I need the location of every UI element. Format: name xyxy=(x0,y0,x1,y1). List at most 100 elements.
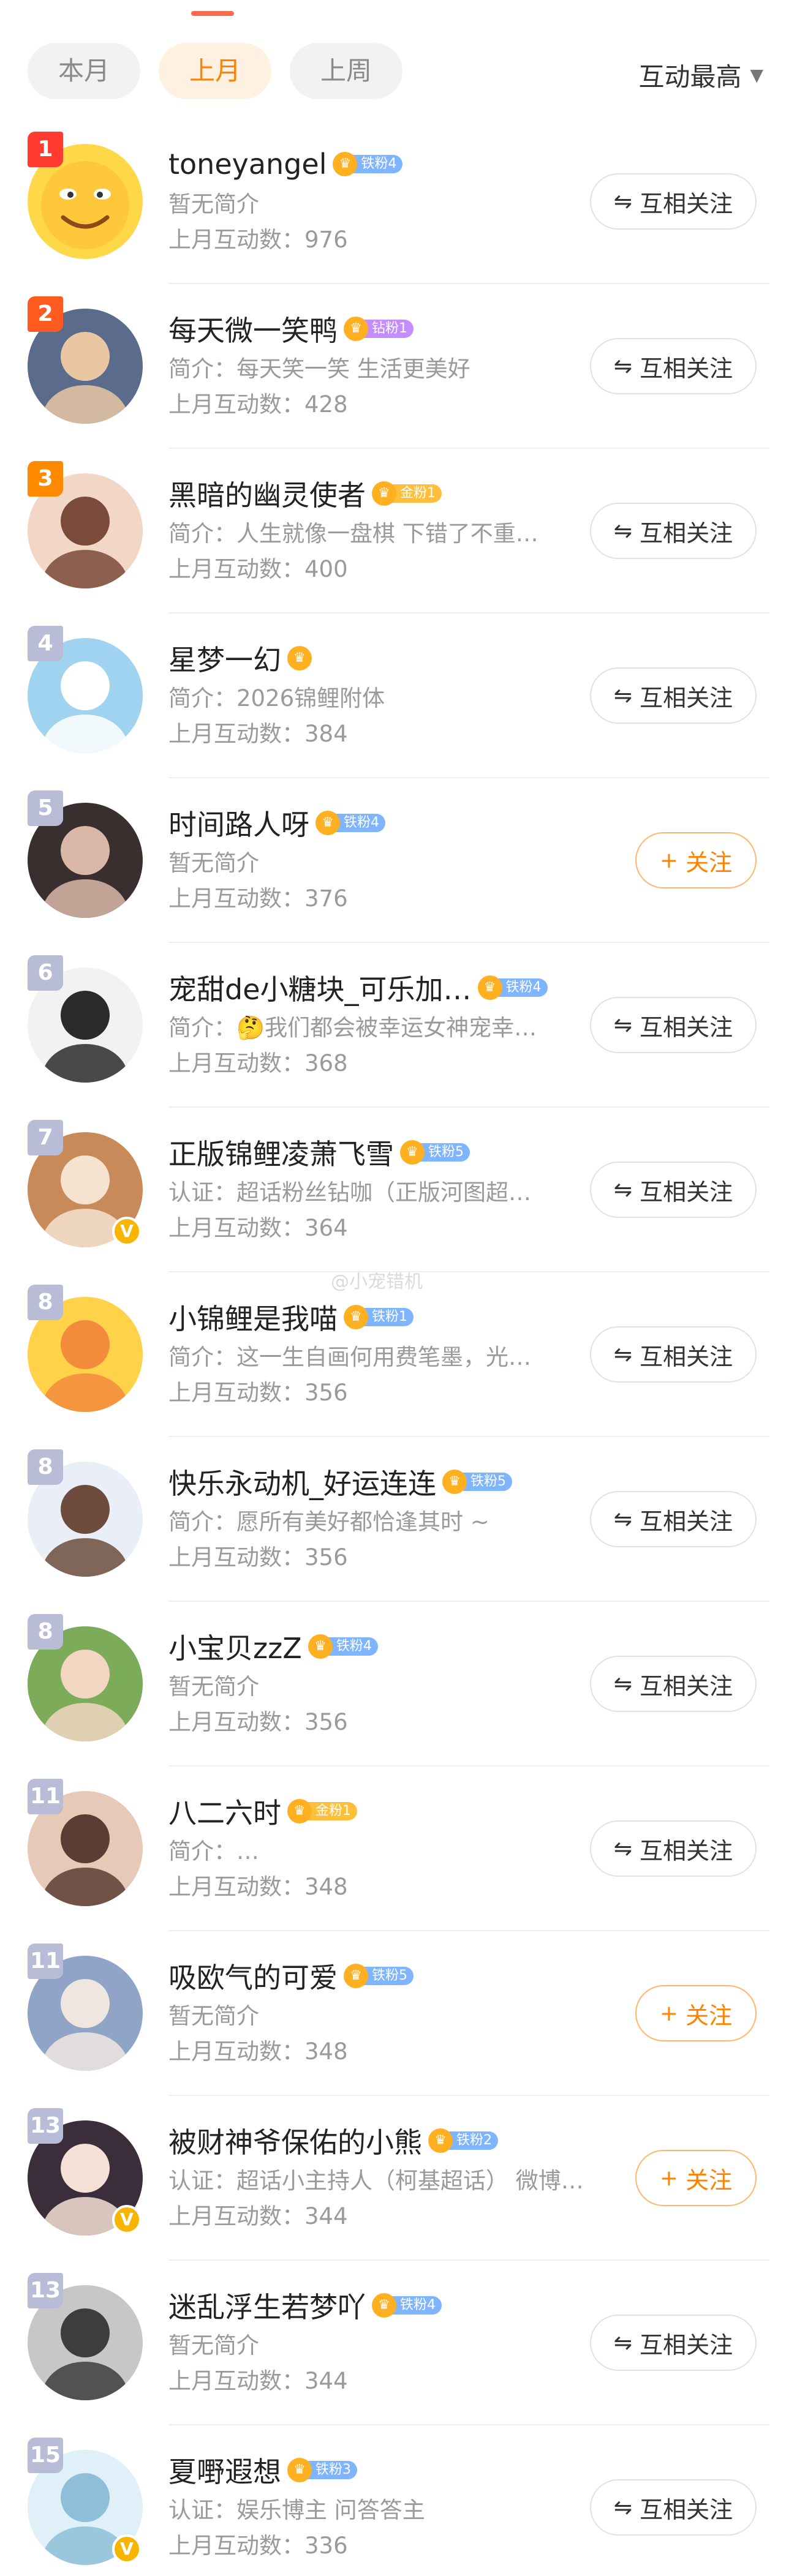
fan-level-label: 铁粉1 xyxy=(363,1308,414,1326)
mutual-follow-button[interactable]: ⇋ 互相关注 xyxy=(590,667,757,724)
mutual-arrows-icon: ⇋ xyxy=(613,353,633,379)
interaction-count: 上月互动数：428 xyxy=(168,391,348,418)
user-description: 暂无简介 xyxy=(168,850,259,876)
user-description: 简介：这一生自画何用费笔墨，光… xyxy=(168,1344,531,1370)
user-name[interactable]: 被财神爷保佑的小熊 xyxy=(168,2120,422,2161)
mutual-follow-button[interactable]: ⇋ 互相关注 xyxy=(590,338,757,394)
mutual-follow-button[interactable]: ⇋ 互相关注 xyxy=(590,2479,757,2536)
user-description: 暂无简介 xyxy=(168,2003,259,2029)
active-tab-indicator xyxy=(191,11,234,16)
mutual-follow-button[interactable]: ⇋ 互相关注 xyxy=(590,1820,757,1877)
button-label: 互相关注 xyxy=(640,1343,733,1370)
crown-icon: ♛ xyxy=(287,1799,312,1823)
fan-level-badge: ♛ 铁粉4 xyxy=(315,811,385,835)
list-item[interactable]: 8 小宝贝zzZ ♛ 铁粉4 暂无简介 上月互动数：356 ⇋ 互相关注 xyxy=(0,1602,797,1767)
user-name[interactable]: 夏嘢遐想 xyxy=(168,2450,281,2490)
mutual-follow-button[interactable]: ⇋ 互相关注 xyxy=(590,1162,757,1218)
user-description: 认证：娱乐博主 问答答主 xyxy=(168,2497,425,2523)
list-item[interactable]: 11 吸欧气的可爱 ♛ 铁粉5 暂无简介 上月互动数：348 + 关注 xyxy=(0,1931,797,2096)
mutual-arrows-icon: ⇋ xyxy=(613,1177,633,1203)
interaction-count: 上月互动数：344 xyxy=(168,2203,348,2229)
user-info: 被财神爷保佑的小熊 ♛ 铁粉2 认证：超话小主持人（柯基超话） 微博… 上月互动数：34… xyxy=(168,2119,628,2234)
user-name[interactable]: 黑暗的幽灵使者 xyxy=(168,473,366,514)
follow-button[interactable]: + 关注 xyxy=(635,832,757,888)
fan-level-label: 钻粉1 xyxy=(363,320,414,338)
user-info: 迷乱浮生若梦吖 ♛ 铁粉4 暂无简介 上月互动数：344 xyxy=(168,2284,628,2399)
mutual-arrows-icon: ⇋ xyxy=(613,1506,633,1532)
fan-level-label: 铁粉4 xyxy=(352,155,403,173)
rank-badge: 1 xyxy=(28,132,63,167)
user-name[interactable]: 时间路人呀 xyxy=(168,803,309,843)
button-label: 互相关注 xyxy=(640,1672,733,1700)
rank-badge: 8 xyxy=(28,1285,63,1320)
interaction-count: 上月互动数：356 xyxy=(168,1380,348,1406)
mutual-arrows-icon: ⇋ xyxy=(613,683,633,708)
user-description: 认证：超话粉丝钻咖（正版河图超… xyxy=(168,1179,531,1206)
list-item[interactable]: 2 每天微一笑鸭 ♛ 钻粉1 简介：每天笑一笑 生活更美好 上月互动数：428 ⇋ 互相关注 xyxy=(0,284,797,449)
user-name[interactable]: 快乐永动机_好运连连 xyxy=(168,1462,436,1502)
crown-icon: ♛ xyxy=(344,1964,368,1988)
user-name[interactable]: 迷乱浮生若梦吖 xyxy=(168,2285,366,2326)
interaction-count: 上月互动数：384 xyxy=(168,721,348,747)
crown-icon: ♛ xyxy=(344,1305,368,1329)
list-item[interactable]: 1 toneyangel ♛ 铁粉4 暂无简介 上月互动数：976 ⇋ 互相关注 xyxy=(0,119,797,284)
tab-last-week[interactable]: 上周 xyxy=(290,43,403,99)
button-label: 互相关注 xyxy=(640,2496,733,2523)
plus-icon: + xyxy=(659,847,679,873)
list-item[interactable]: 8 快乐永动机_好运连连 ♛ 铁粉5 简介：愿所有美好都恰逢其时 ~ 上月互动数：356 ⇋… xyxy=(0,1437,797,1602)
fan-level-badge: ♛ 铁粉1 xyxy=(344,1305,414,1329)
mutual-follow-button[interactable]: ⇋ 互相关注 xyxy=(590,1326,757,1383)
user-info: 小宝贝zzZ ♛ 铁粉4 暂无简介 上月互动数：356 xyxy=(168,1625,628,1740)
user-name[interactable]: 每天微一笑鸭 xyxy=(168,309,338,349)
rank-badge: 2 xyxy=(28,296,63,332)
crown-icon: ♛ xyxy=(315,811,340,835)
plus-icon: + xyxy=(659,2000,679,2026)
mutual-follow-button[interactable]: ⇋ 互相关注 xyxy=(590,2315,757,2371)
user-name[interactable]: 小锦鲤是我喵 xyxy=(168,1297,338,1337)
tab-last-month[interactable]: 上月 xyxy=(159,43,272,99)
list-item[interactable]: 7 V 正版锦鲤凌萧飞雪 ♛ 铁粉5 认证：超话粉丝钻咖（正版河图超… 上月互动数：364 ⇋… xyxy=(0,1108,797,1272)
user-description: 简介：愿所有美好都恰逢其时 ~ xyxy=(168,1509,489,1535)
mutual-follow-button[interactable]: ⇋ 互相关注 xyxy=(590,997,757,1053)
interaction-count: 上月互动数：364 xyxy=(168,1215,348,1241)
mutual-follow-button[interactable]: ⇋ 互相关注 xyxy=(590,1656,757,1712)
list-item[interactable]: 5 时间路人呀 ♛ 铁粉4 暂无简介 上月互动数：376 + 关注 xyxy=(0,778,797,943)
button-label: 关注 xyxy=(686,849,733,876)
user-name[interactable]: toneyangel xyxy=(168,148,327,181)
button-label: 互相关注 xyxy=(640,684,733,712)
list-item[interactable]: 3 黑暗的幽灵使者 ♛ 金粉1 简介：人生就像一盘棋 下错了不重… 上月互动数：400 ⇋ 互… xyxy=(0,449,797,614)
fan-level-badge: ♛ 铁粉4 xyxy=(477,975,548,1000)
list-item[interactable]: 13 迷乱浮生若梦吖 ♛ 铁粉4 暂无简介 上月互动数：344 ⇋ 互相关注 xyxy=(0,2261,797,2425)
user-info: toneyangel ♛ 铁粉4 暂无简介 上月互动数：976 xyxy=(168,143,628,258)
user-info: 黑暗的幽灵使者 ♛ 金粉1 简介：人生就像一盘棋 下错了不重… 上月互动数：400 xyxy=(168,472,628,587)
list-item[interactable]: 15 V 夏嘢遐想 ♛ 铁粉3 认证：娱乐博主 问答答主 上月互动数：336 ⇋ 互相关注 xyxy=(0,2425,797,2576)
fan-level-label: 铁粉5 xyxy=(420,1143,470,1162)
list-item[interactable]: 11 八二六时 ♛ 金粉1 简介：… 上月互动数：348 ⇋ 互相关注 xyxy=(0,1767,797,1931)
user-name[interactable]: 宠甜de小糖块_可乐加… xyxy=(168,967,472,1008)
user-name[interactable]: 八二六时 xyxy=(168,1791,281,1831)
fan-level-badge: ♛ 铁粉4 xyxy=(333,152,403,176)
user-name[interactable]: 正版锦鲤凌萧飞雪 xyxy=(168,1132,394,1173)
fan-level-label: 铁粉4 xyxy=(335,814,385,832)
follow-button[interactable]: + 关注 xyxy=(635,2150,757,2206)
interaction-count: 上月互动数：348 xyxy=(168,1874,348,1900)
user-name[interactable]: 吸欧气的可爱 xyxy=(168,1956,338,1996)
tab-this-month[interactable]: 本月 xyxy=(28,43,141,99)
user-name[interactable]: 星梦一幻 xyxy=(168,638,281,678)
fan-level-badge: ♛ 铁粉3 xyxy=(287,2458,357,2482)
mutual-follow-button[interactable]: ⇋ 互相关注 xyxy=(590,173,757,230)
button-label: 关注 xyxy=(686,2166,733,2194)
sort-dropdown[interactable]: 互动最高 ▼ xyxy=(638,56,763,94)
list-item[interactable]: 13 V 被财神爷保佑的小熊 ♛ 铁粉2 认证：超话小主持人（柯基超话） 微博… 上月互动数… xyxy=(0,2096,797,2261)
user-info: 快乐永动机_好运连连 ♛ 铁粉5 简介：愿所有美好都恰逢其时 ~ 上月互动数：356 xyxy=(168,1460,628,1575)
interaction-count: 上月互动数：368 xyxy=(168,1050,348,1076)
user-info: 吸欧气的可爱 ♛ 铁粉5 暂无简介 上月互动数：348 xyxy=(168,1955,628,2070)
user-info: 每天微一笑鸭 ♛ 钻粉1 简介：每天笑一笑 生活更美好 上月互动数：428 xyxy=(168,307,628,422)
follow-button[interactable]: + 关注 xyxy=(635,1985,757,2041)
mutual-follow-button[interactable]: ⇋ 互相关注 xyxy=(590,503,757,559)
user-name[interactable]: 小宝贝zzZ xyxy=(168,1626,302,1667)
list-item[interactable]: 8 小锦鲤是我喵 ♛ 铁粉1 简介：这一生自画何用费笔墨，光… 上月互动数：356 ⇋ 互相关… xyxy=(0,1272,797,1437)
list-item[interactable]: 6 宠甜de小糖块_可乐加… ♛ 铁粉4 简介：🤔我们都会被幸运女神宠幸… 上月互动数：3… xyxy=(0,943,797,1108)
mutual-follow-button[interactable]: ⇋ 互相关注 xyxy=(590,1491,757,1547)
list-item[interactable]: 4 星梦一幻 ♛ 简介：2026锦鲤附体 上月互动数：384 ⇋ 互相关注 xyxy=(0,614,797,778)
